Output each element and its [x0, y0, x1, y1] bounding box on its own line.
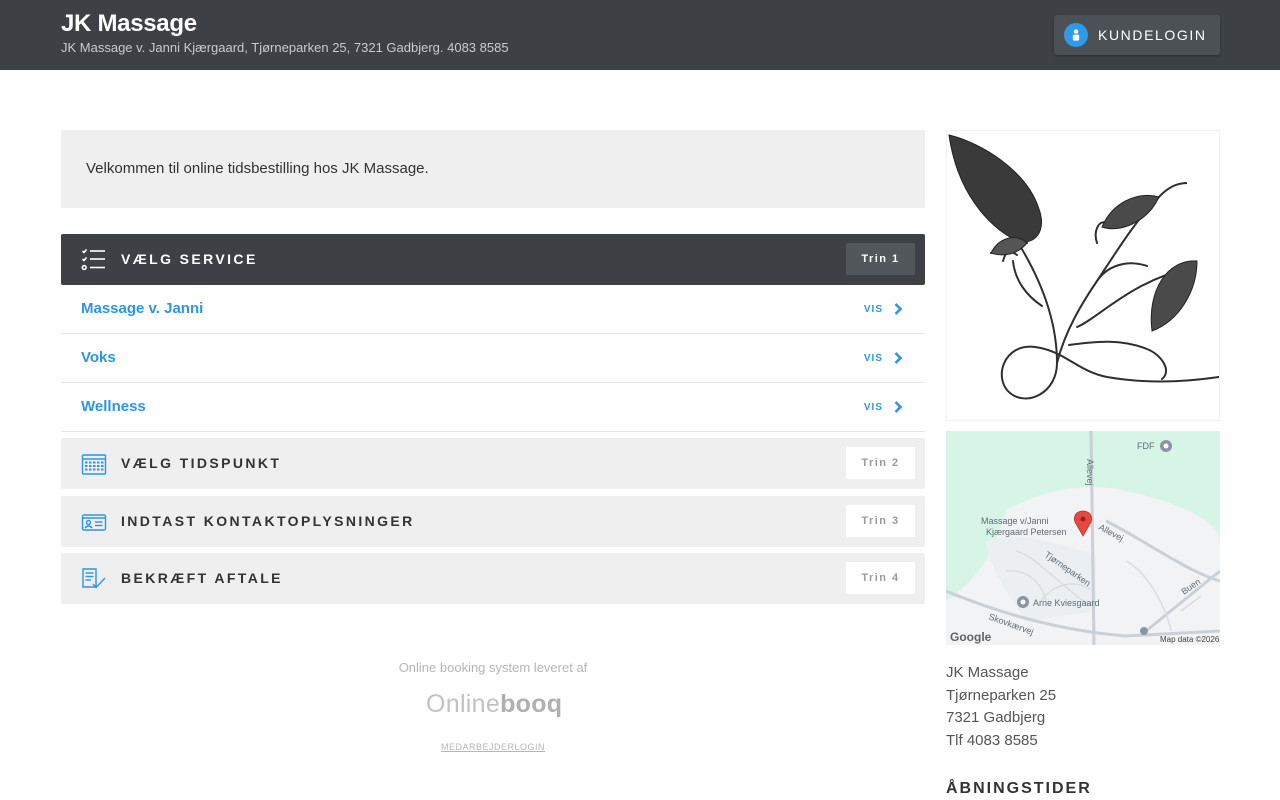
- site-title: JK Massage: [61, 10, 197, 37]
- google-logo: Google: [950, 630, 992, 644]
- chevron-right-icon: [894, 352, 903, 364]
- welcome-text: Velkommen til online tidsbestilling hos …: [86, 160, 429, 177]
- service-view-link[interactable]: VIS: [864, 402, 883, 413]
- chevron-right-icon: [894, 303, 903, 315]
- welcome-box: Velkommen til online tidsbestilling hos …: [61, 130, 925, 208]
- step-badge: Trin 2: [846, 447, 915, 479]
- step-title: Bekræft aftale: [121, 570, 283, 586]
- document-check-icon: [81, 566, 107, 592]
- address-name: JK Massage: [946, 664, 1029, 681]
- chevron-right-icon: [894, 401, 903, 413]
- map-label: Massage v/Janni: [981, 516, 1049, 526]
- map-label: FDF: [1137, 441, 1155, 451]
- address-city: 7321 Gadbjerg: [946, 709, 1046, 727]
- staff-login-link[interactable]: MEDARBEJDERLOGIN: [61, 742, 925, 752]
- location-map[interactable]: FDF Allevej Massage v/Janni Kjærgaard Pe…: [946, 431, 1220, 645]
- step-badge: Trin 1: [846, 243, 915, 275]
- step-choose-service[interactable]: Vælg service Trin 1: [61, 234, 925, 285]
- contact-card-icon: [81, 509, 107, 535]
- map-label: Arne Kviesgaard: [1033, 598, 1100, 608]
- logo-part-bold: booq: [500, 690, 563, 718]
- service-item-massage[interactable]: Massage v. Janni VIS: [61, 285, 925, 334]
- checklist-icon: [81, 247, 107, 273]
- service-name: Wellness: [81, 398, 146, 415]
- provider-text: Online booking system leveret af: [398, 660, 588, 675]
- leaf-vine-logo-image: [948, 134, 1219, 400]
- opening-hours-title: Åbningstider: [946, 780, 1092, 797]
- step-confirm[interactable]: Bekræft aftale Trin 4: [61, 553, 925, 604]
- service-view-link[interactable]: VIS: [864, 304, 883, 315]
- address-phone: Tlf 4083 8585: [946, 732, 1038, 750]
- site-subtitle: JK Massage v. Janni Kjærgaard, Tjørnepar…: [61, 40, 509, 55]
- calendar-icon: [81, 451, 107, 477]
- map-label: Allevej: [1085, 459, 1095, 486]
- leaf-shape: [990, 237, 1028, 256]
- header-bar: JK Massage JK Massage v. Janni Kjærgaard…: [0, 0, 1280, 70]
- step-title: Vælg service: [121, 251, 258, 267]
- leaf-shape: [1101, 195, 1160, 230]
- logo-part-light: Online: [426, 690, 501, 718]
- customer-login-label: Kundelogin: [1098, 27, 1207, 43]
- step-badge: Trin 3: [846, 505, 915, 537]
- service-item-wellness[interactable]: Wellness VIS: [61, 383, 925, 432]
- step-choose-time[interactable]: Vælg tidspunkt Trin 2: [61, 438, 925, 489]
- onlinebooq-logo[interactable]: Onlinebooq: [426, 690, 562, 719]
- leaf-shape: [948, 134, 1042, 243]
- map-image: FDF Allevej Massage v/Janni Kjærgaard Pe…: [946, 431, 1220, 645]
- address-block: JK Massage Tjørneparken 25 7321 Gadbjerg…: [946, 662, 1056, 753]
- service-name: Voks: [81, 349, 116, 366]
- customer-login-button[interactable]: Kundelogin: [1054, 15, 1220, 55]
- step-contact-info[interactable]: Indtast kontaktoplysninger Trin 3: [61, 496, 925, 547]
- step-badge: Trin 4: [846, 562, 915, 594]
- leaf-shape: [1150, 260, 1198, 332]
- service-item-voks[interactable]: Voks VIS: [61, 334, 925, 383]
- step-title: Vælg tidspunkt: [121, 455, 282, 471]
- map-attribution: Map data ©2026: [1160, 635, 1220, 644]
- service-name: Massage v. Janni: [81, 300, 204, 317]
- step-title: Indtast kontaktoplysninger: [121, 513, 415, 529]
- map-label: Kjærgaard Petersen: [986, 527, 1067, 537]
- address-street: Tjørneparken 25: [946, 686, 1057, 704]
- user-icon: [1064, 23, 1088, 47]
- service-view-link[interactable]: VIS: [864, 353, 883, 364]
- business-logo: [946, 130, 1220, 421]
